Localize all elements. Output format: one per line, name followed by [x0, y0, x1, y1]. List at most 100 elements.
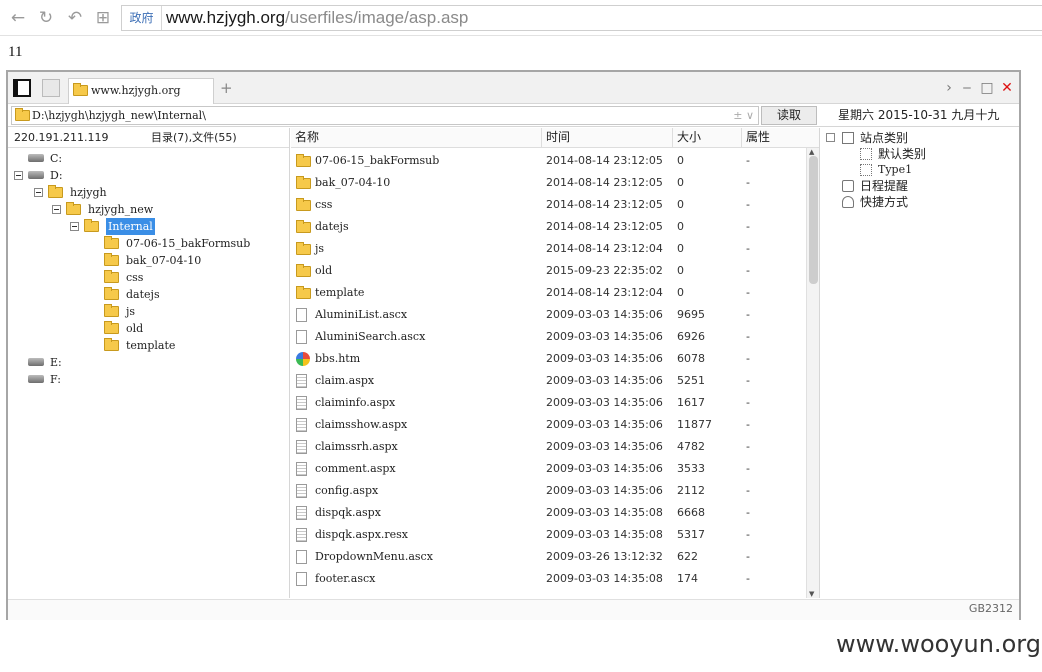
scroll-thumb[interactable]: [809, 156, 818, 284]
column-name[interactable]: 名称: [291, 128, 319, 148]
address-tag[interactable]: 政府: [122, 6, 162, 30]
back-icon[interactable]: ←: [8, 8, 28, 28]
file-time: 2014-08-14 23:12:04: [546, 286, 663, 299]
file-name[interactable]: claim.aspx: [315, 370, 374, 392]
watermark: www.wooyun.org: [836, 630, 1041, 658]
file-name[interactable]: old: [315, 260, 332, 282]
file-row[interactable]: old 2015-09-23 22:35:02 0 -: [291, 260, 803, 282]
file-name[interactable]: dispqk.aspx: [315, 502, 381, 524]
file-row[interactable]: config.aspx 2009-03-03 14:35:06 2112 -: [291, 480, 803, 502]
file-row[interactable]: bbs.htm 2009-03-03 14:35:06 6078 -: [291, 348, 803, 370]
file-attr: -: [746, 440, 750, 453]
document-icon: [296, 440, 307, 454]
address-url[interactable]: www.hzjygh.org/userfiles/image/asp.asp: [166, 7, 468, 29]
file-name[interactable]: bbs.htm: [315, 348, 360, 370]
file-name[interactable]: AluminiSearch.ascx: [315, 326, 425, 348]
panel-toggle-icon[interactable]: [13, 79, 31, 97]
file-size: 0: [677, 176, 684, 189]
file-name[interactable]: 07-06-15_bakFormsub: [315, 150, 439, 172]
address-bar[interactable]: 政府 www.hzjygh.org/userfiles/image/asp.as…: [121, 5, 1042, 31]
file-row[interactable]: 07-06-15_bakFormsub 2014-08-14 23:12:05 0 -: [291, 150, 803, 172]
file-attr: -: [746, 572, 750, 585]
scroll-down-icon[interactable]: ▼: [809, 590, 814, 598]
file-size: 0: [677, 264, 684, 277]
file-row[interactable]: footer.ascx 2009-03-03 14:35:08 174 -: [291, 568, 803, 590]
file-time: 2015-09-23 22:35:02: [546, 264, 663, 277]
close-icon[interactable]: ✕: [999, 78, 1015, 98]
minimize-icon[interactable]: ‒: [959, 78, 975, 98]
file-name[interactable]: template: [315, 282, 364, 304]
file-size: 9695: [677, 308, 705, 321]
file-name[interactable]: comment.aspx: [315, 458, 396, 480]
add-tab-button[interactable]: +: [220, 80, 233, 96]
column-time[interactable]: 时间: [541, 128, 570, 148]
scroll-up-icon[interactable]: ▲: [809, 148, 814, 156]
file-row[interactable]: claimsshow.aspx 2009-03-03 14:35:06 11877 -: [291, 414, 803, 436]
file-row[interactable]: dispqk.aspx 2009-03-03 14:35:08 6668 -: [291, 502, 803, 524]
read-button[interactable]: 读取: [761, 106, 817, 125]
folder-icon: [15, 108, 30, 121]
file-time: 2009-03-03 14:35:08: [546, 572, 663, 585]
file-name[interactable]: claiminfo.aspx: [315, 392, 395, 414]
url-path: /userfiles/image/asp.asp: [285, 8, 469, 27]
file-name[interactable]: css: [315, 194, 332, 216]
file-name[interactable]: footer.ascx: [315, 568, 375, 590]
apps-icon[interactable]: ⊞: [93, 8, 113, 28]
path-input[interactable]: D:\hzjygh\hzjygh_new\Internal\ ± ∨: [11, 106, 759, 125]
folder-icon: [296, 220, 311, 233]
maximize-icon[interactable]: □: [979, 78, 995, 98]
file-row[interactable]: datejs 2014-08-14 23:12:05 0 -: [291, 216, 803, 238]
vertical-scrollbar[interactable]: ▲ ▼: [806, 148, 819, 598]
directory-tree-panel: 220.191.211.119 目录(7),文件(55) C: D: hzjyg…: [8, 128, 290, 598]
file-row[interactable]: comment.aspx 2009-03-03 14:35:06 3533 -: [291, 458, 803, 480]
file-size: 0: [677, 220, 684, 233]
file-row[interactable]: template 2014-08-14 23:12:04 0 -: [291, 282, 803, 304]
file-name[interactable]: config.aspx: [315, 480, 378, 502]
grid-icon[interactable]: [42, 79, 60, 97]
file-manager-window: www.hzjygh.org + › ‒ □ ✕ D:\hzjygh\hzjyg…: [6, 70, 1021, 620]
collapse-icon[interactable]: [52, 205, 61, 214]
category-icon: [842, 132, 854, 144]
file-row[interactable]: claimssrh.aspx 2009-03-03 14:35:06 4782 -: [291, 436, 803, 458]
column-size[interactable]: 大小: [672, 128, 701, 148]
file-row[interactable]: claim.aspx 2009-03-03 14:35:06 5251 -: [291, 370, 803, 392]
file-row[interactable]: DropdownMenu.ascx 2009-03-26 13:12:32 622 -: [291, 546, 803, 568]
file-size: 622: [677, 550, 698, 563]
chevron-right-icon[interactable]: ›: [941, 78, 957, 98]
column-attr[interactable]: 属性: [741, 128, 770, 148]
file-name[interactable]: claimssrh.aspx: [315, 436, 398, 458]
file-attr: -: [746, 374, 750, 387]
file-row[interactable]: AluminiList.ascx 2009-03-03 14:35:06 9695 -: [291, 304, 803, 326]
collapse-icon[interactable]: [34, 188, 43, 197]
file-name[interactable]: bak_07-04-10: [315, 172, 390, 194]
file-row[interactable]: AluminiSearch.ascx 2009-03-03 14:35:06 692…: [291, 326, 803, 348]
file-name[interactable]: js: [315, 238, 324, 260]
folder-icon: [104, 253, 119, 266]
file-time: 2009-03-03 14:35:06: [546, 330, 663, 343]
file-name[interactable]: dispqk.aspx.resx: [315, 524, 408, 546]
path-dropdown-icon[interactable]: ± ∨: [733, 107, 754, 124]
file-row[interactable]: claiminfo.aspx 2009-03-03 14:35:06 1617 -: [291, 392, 803, 414]
file-size: 5317: [677, 528, 705, 541]
file-name[interactable]: datejs: [315, 216, 349, 238]
file-name[interactable]: DropdownMenu.ascx: [315, 546, 433, 568]
folder-icon: [84, 219, 99, 232]
file-attr: -: [746, 264, 750, 277]
tab-site[interactable]: www.hzjygh.org: [68, 78, 214, 104]
collapse-icon[interactable]: [14, 171, 23, 180]
file-row[interactable]: dispqk.aspx.resx 2009-03-03 14:35:08 5317 -: [291, 524, 803, 546]
refresh-icon[interactable]: ↻: [36, 8, 56, 28]
undo-icon[interactable]: ↶: [65, 8, 85, 28]
collapse-icon[interactable]: [70, 222, 79, 231]
file-row[interactable]: bak_07-04-10 2014-08-14 23:12:05 0 -: [291, 172, 803, 194]
file-name[interactable]: claimsshow.aspx: [315, 414, 407, 436]
drive-icon: [28, 154, 44, 162]
folder-icon: [104, 287, 119, 300]
collapse-icon[interactable]: [826, 133, 835, 142]
file-size: 5251: [677, 374, 705, 387]
file-row[interactable]: js 2014-08-14 23:12:04 0 -: [291, 238, 803, 260]
document-icon: [296, 374, 307, 388]
document-icon: [296, 418, 307, 432]
file-row[interactable]: css 2014-08-14 23:12:05 0 -: [291, 194, 803, 216]
file-name[interactable]: AluminiList.ascx: [315, 304, 407, 326]
